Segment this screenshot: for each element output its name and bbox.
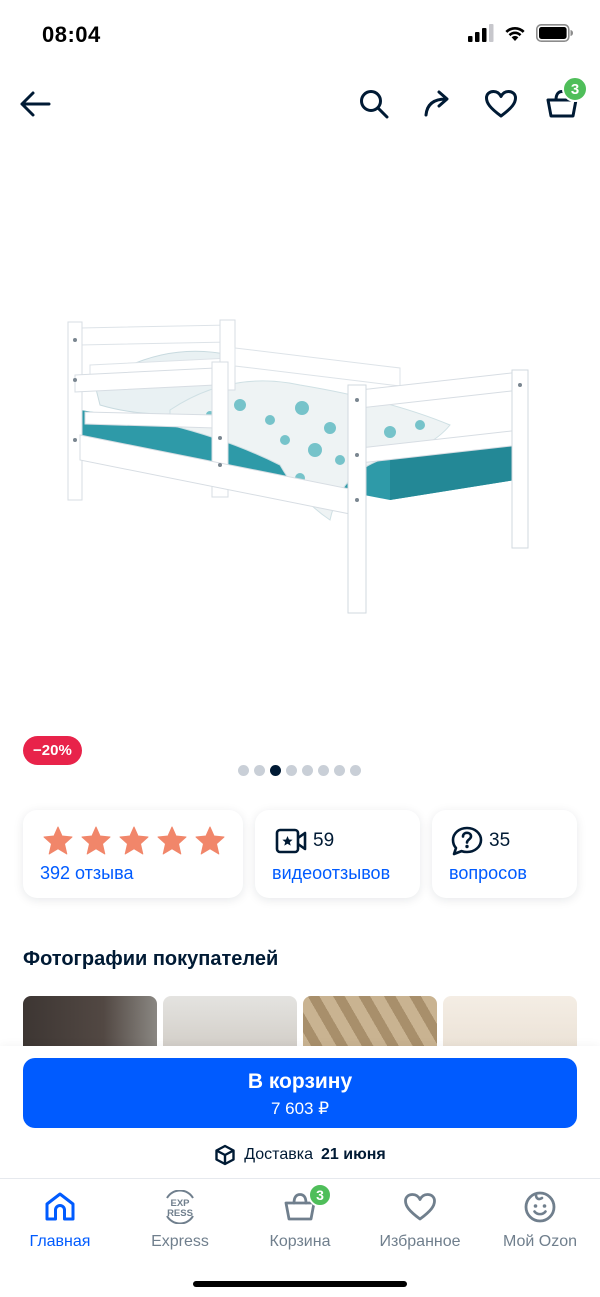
questions-card[interactable]: 35 вопросов xyxy=(432,810,577,898)
star-icon xyxy=(157,826,187,855)
tab-my-ozon-label: Мой Ozon xyxy=(502,1233,578,1250)
home-icon xyxy=(40,1187,80,1227)
cart-button-header[interactable]: 3 xyxy=(540,76,588,126)
search-icon xyxy=(360,90,389,119)
tab-cart-label: Корзина xyxy=(269,1233,331,1250)
tab-favorites-label: Избранное xyxy=(379,1233,461,1250)
status-bar: 08:04 xyxy=(0,0,600,70)
share-button[interactable] xyxy=(416,82,460,126)
tab-cart[interactable]: 3 Корзина xyxy=(240,1183,360,1251)
back-button[interactable] xyxy=(13,82,57,126)
reviews-card[interactable]: 392 отзыва xyxy=(23,810,243,898)
heart-icon xyxy=(485,90,517,118)
delivery-info: Доставка 21 июня xyxy=(0,1144,600,1166)
price: 7 603 ₽ xyxy=(270,1099,330,1118)
express-icon-text-bottom: RESS xyxy=(167,1208,193,1219)
gallery-dot[interactable] xyxy=(286,765,297,776)
tab-cart-badge: 3 xyxy=(308,1183,332,1207)
gallery-dot[interactable] xyxy=(302,765,313,776)
share-icon xyxy=(424,90,449,117)
tab-home-label: Главная xyxy=(29,1233,91,1250)
profile-icon xyxy=(520,1187,560,1227)
tab-express[interactable]: EXP RESS Express xyxy=(120,1187,240,1251)
search-button[interactable] xyxy=(352,82,396,126)
video-reviews-label: видеоотзывов xyxy=(272,863,391,883)
gallery-dot[interactable] xyxy=(238,765,249,776)
status-icons xyxy=(468,24,574,42)
video-reviews-card[interactable]: 59 видеоотзывов xyxy=(255,810,420,898)
rating-stars xyxy=(43,826,225,855)
tab-my-ozon[interactable]: Мой Ozon xyxy=(480,1187,600,1251)
favorite-button[interactable] xyxy=(479,82,523,126)
box-icon xyxy=(215,1144,235,1166)
tab-favorites[interactable]: Избранное xyxy=(360,1187,480,1251)
star-icon xyxy=(81,826,111,855)
status-time: 08:04 xyxy=(42,22,101,47)
signal-icon xyxy=(468,24,494,42)
star-icon xyxy=(119,826,149,855)
back-arrow-icon xyxy=(20,91,51,117)
tab-express-label: Express xyxy=(151,1233,209,1250)
gallery-dot[interactable] xyxy=(254,765,265,776)
add-to-cart-button[interactable]: В корзину 7 603 ₽ xyxy=(23,1058,577,1128)
heart-icon xyxy=(400,1187,440,1227)
questions-label: вопросов xyxy=(449,863,527,883)
purchase-panel: В корзину 7 603 ₽ Доставка 21 июня xyxy=(0,1046,600,1180)
wifi-icon xyxy=(505,26,525,41)
star-icon xyxy=(43,826,73,855)
question-icon xyxy=(451,826,483,856)
customer-photos-title: Фотографии покупателей xyxy=(23,948,279,970)
gallery-dot[interactable] xyxy=(270,765,281,776)
express-icon: EXP RESS xyxy=(160,1187,200,1227)
top-navigation: 3 xyxy=(0,76,600,134)
gallery-pagination[interactable] xyxy=(238,765,361,776)
questions-count: 35 xyxy=(489,830,511,851)
reviews-count: 392 отзыва xyxy=(40,863,134,883)
video-review-icon xyxy=(275,828,307,854)
gallery-dot[interactable] xyxy=(350,765,361,776)
discount-badge: −20% xyxy=(23,736,82,765)
star-icon xyxy=(195,826,225,855)
add-to-cart-label: В корзину xyxy=(247,1070,353,1093)
cart-count-badge: 3 xyxy=(562,76,588,102)
tab-home[interactable]: Главная xyxy=(0,1187,120,1251)
battery-icon xyxy=(536,24,573,42)
product-image[interactable] xyxy=(40,300,560,640)
video-reviews-count: 59 xyxy=(313,830,335,851)
home-indicator[interactable] xyxy=(193,1281,407,1287)
delivery-prefix: Доставка xyxy=(244,1146,313,1163)
gallery-dot[interactable] xyxy=(318,765,329,776)
gallery-dot[interactable] xyxy=(334,765,345,776)
bottom-tab-bar: Главная EXP RESS Express 3 Корзина Избра… xyxy=(0,1178,600,1297)
delivery-date: 21 июня xyxy=(320,1146,386,1163)
cart-icon: 3 xyxy=(280,1183,332,1227)
